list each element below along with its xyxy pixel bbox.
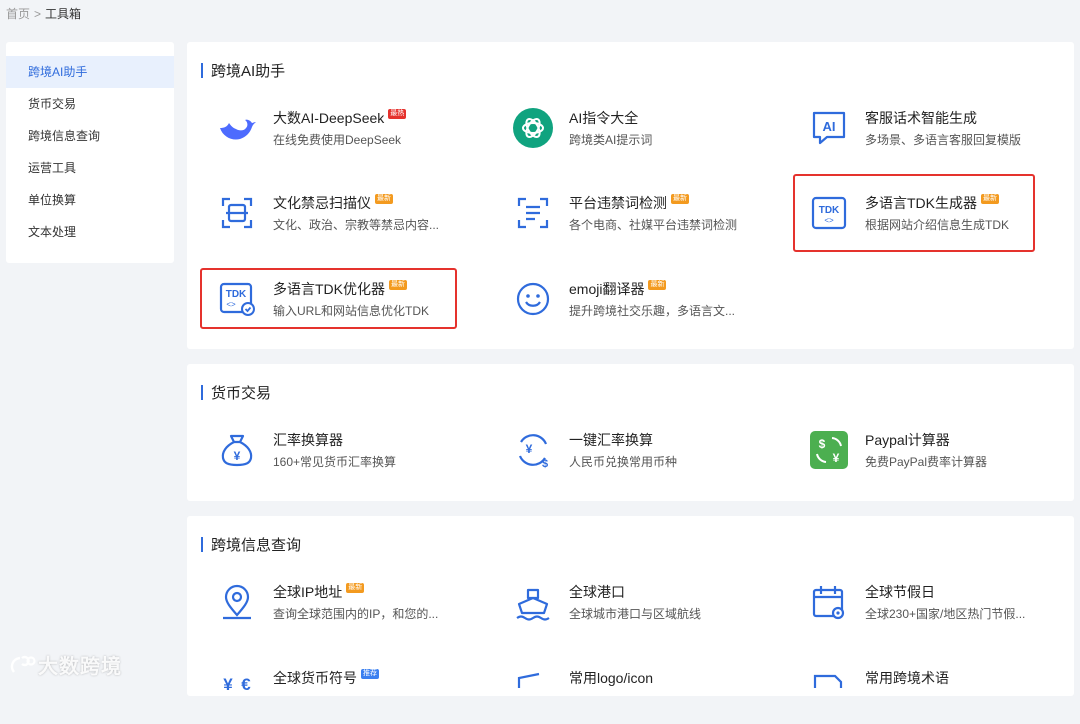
openai-logo-icon: [513, 108, 553, 148]
tool-desc: 全球城市港口与区域航线: [569, 607, 702, 621]
glossary-icon: [813, 674, 843, 688]
svg-text:¥: ¥: [526, 442, 533, 456]
svg-text:AI: AI: [823, 119, 836, 134]
watermark-logo-icon: [10, 655, 36, 673]
breadcrumb-separator: >: [34, 7, 42, 21]
paypal-calculator-icon: $ ¥: [810, 431, 848, 469]
scan-icon: [221, 197, 253, 229]
watermark: 大数跨境: [10, 650, 122, 679]
highlight-box-tdk-optimizer: [200, 268, 457, 329]
tool-desc: 查询全球范围内的IP，和您的...: [273, 607, 439, 621]
tool-name: 全球节假日: [865, 584, 935, 600]
sidebar-item-currency[interactable]: 货币交易: [6, 88, 174, 120]
tool-name: 大数AI-DeepSeek: [273, 110, 385, 126]
tool-exchange-rate[interactable]: ¥ 汇率换算器 160+常见货币汇率换算: [187, 430, 457, 486]
tool-desc: 160+常见货币汇率换算: [273, 455, 397, 469]
ship-icon: [516, 588, 550, 621]
word-scan-icon: [517, 197, 549, 229]
tool-paypal-calculator[interactable]: $ ¥ Paypal计算器 免费PayPal费率计算器: [779, 430, 1049, 486]
new-badge: 最新: [648, 280, 667, 290]
section-title: 跨境AI助手: [201, 60, 285, 81]
tool-customer-service[interactable]: AI 客服话术智能生成 多场景、多语言客服回复模版: [779, 108, 1049, 164]
hot-badge: 最热: [388, 109, 407, 119]
calendar-icon: [812, 586, 845, 620]
new-badge: 最新: [346, 583, 365, 593]
watermark-text: 大数跨境: [38, 656, 122, 678]
new-badge: 最新: [375, 194, 393, 204]
section-title: 货币交易: [201, 382, 271, 403]
sidebar-item-unit-conversion[interactable]: 单位换算: [6, 184, 174, 216]
tool-name: 全球货币符号: [273, 670, 357, 686]
tool-global-holidays[interactable]: 全球节假日 全球230+国家/地区热门节假...: [779, 582, 1049, 638]
tool-glossary[interactable]: 常用跨境术语: [779, 668, 1049, 724]
tool-desc: 各个电商、社媒平台违禁词检测: [569, 218, 738, 232]
section-info-query: 跨境信息查询 全球IP地址 最新 查询全球范围内的IP，和您的... 全球港口 全…: [187, 516, 1074, 696]
tool-name: 常用跨境术语: [865, 670, 949, 686]
currency-exchange-icon: ¥ $: [518, 434, 548, 470]
breadcrumb-home[interactable]: 首页: [6, 7, 30, 21]
tool-emoji-translator[interactable]: emoji翻译器 最新 提升跨境社交乐趣，多语言文...: [483, 279, 753, 335]
breadcrumb: 首页 > 工具箱: [6, 5, 81, 22]
smiley-icon: [516, 282, 550, 316]
sidebar: 跨境AI助手 货币交易 跨境信息查询 运营工具 单位换算 文本处理: [6, 42, 174, 263]
svg-text:$: $: [542, 458, 548, 470]
tool-name: 汇率换算器: [273, 432, 343, 448]
sidebar-item-info-query[interactable]: 跨境信息查询: [6, 120, 174, 152]
tool-name: 平台违禁词检测: [569, 195, 667, 211]
tool-name: 常用logo/icon: [569, 670, 654, 686]
tool-cultural-taboo[interactable]: 文化禁忌扫描仪 最新 文化、政治、宗教等禁忌内容...: [187, 193, 457, 249]
tool-desc: 免费PayPal费率计算器: [865, 455, 988, 469]
location-pin-icon: [223, 584, 251, 620]
tool-name: AI指令大全: [569, 110, 639, 126]
tool-global-ip[interactable]: 全球IP地址 最新 查询全球范围内的IP，和您的...: [187, 582, 457, 638]
tool-banned-words[interactable]: 平台违禁词检测 最新 各个电商、社媒平台违禁词检测: [483, 193, 753, 249]
breadcrumb-current: 工具箱: [45, 7, 82, 21]
tool-ai-prompts[interactable]: AI指令大全 跨境类AI提示词: [483, 108, 753, 164]
logo-icon: [517, 672, 540, 688]
tool-global-ports[interactable]: 全球港口 全球城市港口与区域航线: [483, 582, 753, 638]
section-currency: 货币交易 ¥ 汇率换算器 160+常见货币汇率换算 ¥ $ 一键汇率换算 人民币…: [187, 364, 1074, 501]
tool-quick-exchange[interactable]: ¥ $ 一键汇率换算 人民币兑换常用币种: [483, 430, 753, 486]
tool-name: Paypal计算器: [865, 432, 950, 448]
tool-deepseek[interactable]: 大数AI-DeepSeek 最热 在线免费使用DeepSeek: [187, 108, 457, 164]
tool-name: emoji翻译器: [569, 281, 645, 297]
recommend-badge: 推荐: [361, 669, 379, 679]
svg-text:¥: ¥: [833, 451, 840, 465]
tool-name: 全球港口: [569, 584, 625, 600]
tool-name: 全球IP地址: [273, 584, 343, 600]
tool-name: 一键汇率换算: [569, 432, 653, 448]
deepseek-whale-icon: [220, 119, 256, 140]
tool-desc: 人民币兑换常用币种: [569, 455, 678, 469]
section-title: 跨境信息查询: [201, 534, 301, 555]
tool-desc: 全球230+国家/地区热门节假...: [865, 607, 1026, 621]
tool-currency-symbols[interactable]: ¥ € 全球货币符号 推荐: [187, 668, 457, 724]
svg-text:¥: ¥: [234, 449, 241, 463]
tool-desc: 提升跨境社交乐趣，多语言文...: [569, 304, 736, 318]
currency-symbol-icon: ¥ €: [223, 675, 251, 694]
tool-name: 文化禁忌扫描仪: [273, 195, 371, 211]
sidebar-item-ai-assistant[interactable]: 跨境AI助手: [6, 56, 174, 88]
svg-text:$: $: [819, 437, 826, 451]
new-badge: 最新: [671, 194, 689, 204]
sidebar-item-operations[interactable]: 运营工具: [6, 152, 174, 184]
tool-logo-icon[interactable]: 常用logo/icon: [483, 668, 753, 724]
ai-chat-icon: AI: [812, 111, 846, 145]
tool-desc: 文化、政治、宗教等禁忌内容...: [273, 218, 440, 232]
tool-desc: 在线免费使用DeepSeek: [273, 133, 402, 147]
highlight-box-tdk-generator: [793, 174, 1035, 252]
tool-desc: 跨境类AI提示词: [569, 133, 653, 147]
tool-name: 客服话术智能生成: [865, 110, 977, 126]
sidebar-item-text-processing[interactable]: 文本处理: [6, 216, 174, 248]
money-bag-icon: ¥: [221, 434, 253, 467]
tool-desc: 多场景、多语言客服回复模版: [865, 133, 1022, 147]
